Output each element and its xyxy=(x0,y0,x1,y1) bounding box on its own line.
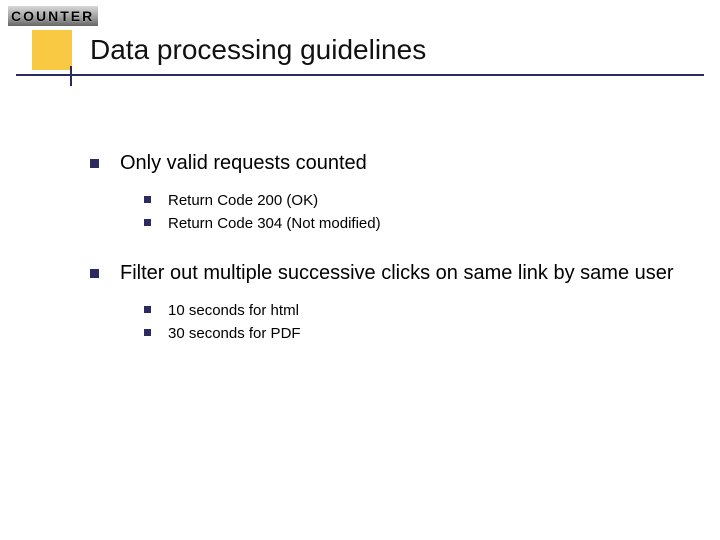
decoration-square xyxy=(32,30,72,70)
bullet-2-sub-1: 10 seconds for html xyxy=(144,299,690,322)
bullet-1-sub-1: Return Code 200 (OK) xyxy=(144,189,690,212)
bullet-2: Filter out multiple successive clicks on… xyxy=(90,260,690,346)
slide-content: Only valid requests counted Return Code … xyxy=(90,150,690,369)
bullet-1-text: Only valid requests counted xyxy=(120,152,367,174)
bullet-1-sub-2: Return Code 304 (Not modified) xyxy=(144,212,690,235)
title-rule-tick xyxy=(70,66,72,86)
bullet-2-sub-2: 30 seconds for PDF xyxy=(144,322,690,345)
slide-title: Data processing guidelines xyxy=(90,34,426,66)
logo: COUNTER xyxy=(8,6,98,26)
bullet-1: Only valid requests counted Return Code … xyxy=(90,150,690,236)
title-rule xyxy=(16,74,704,76)
bullet-2-text: Filter out multiple successive clicks on… xyxy=(120,262,674,284)
